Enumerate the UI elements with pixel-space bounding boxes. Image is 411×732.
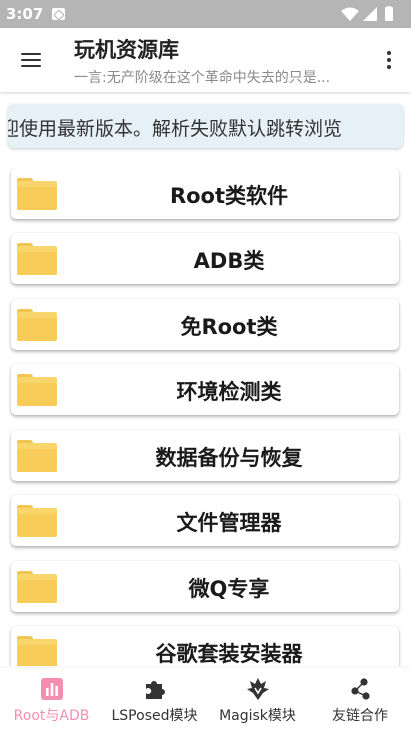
list-item-label: 免Root类 (180, 315, 278, 339)
wifi-icon (341, 7, 359, 21)
folder-icon (17, 635, 57, 666)
battery-icon (385, 7, 393, 21)
status-icons (341, 6, 393, 21)
list-item-label: 谷歌套装安装器 (155, 642, 303, 666)
notification-icon (52, 8, 65, 20)
list-item-google-installer[interactable]: 谷歌套装安装器 (11, 626, 399, 666)
page-title: 玩机资源库 (74, 38, 179, 62)
list-item-label: ADB类 (193, 249, 265, 273)
nav-tab-magisk[interactable]: Magisk模块 (206, 668, 309, 732)
list-item-backup-restore[interactable]: 数据备份与恢复 (11, 430, 399, 481)
share-nodes-icon (351, 678, 370, 700)
folder-icon (17, 504, 57, 538)
nav-label: LSPosed模块 (111, 708, 198, 724)
list-item-label: 环境检测类 (176, 380, 282, 404)
announcement-text: 迎使用最新版本。解析失败默认跳转浏览 (8, 118, 343, 140)
menu-icon (21, 53, 41, 56)
nav-label: Root与ADB (13, 708, 90, 724)
status-bar: 3:07 (0, 0, 411, 28)
nav-tab-root-adb[interactable]: Root与ADB (0, 668, 103, 732)
list-item-no-root[interactable]: 免Root类 (11, 299, 399, 350)
list-item-label: 文件管理器 (176, 511, 282, 535)
folder-icon (17, 177, 57, 211)
app-root: 3:07 玩机资源库 一言:无产阶级在这个革命中失去的只是... 迎使用最新版本… (0, 0, 411, 732)
folder-icon (17, 242, 57, 276)
nav-label: Magisk模块 (219, 708, 296, 724)
list-item-label: 微Q专享 (188, 577, 270, 601)
app-bar: 玩机资源库 一言:无产阶级在这个革命中失去的只是... (0, 28, 411, 92)
list-item-label: 数据备份与恢复 (155, 446, 303, 470)
category-list[interactable]: Root类软件 ADB类 免Root类 环境检测类 数据备份与恢复 文件管理器 … (0, 168, 411, 666)
list-item-adb[interactable]: ADB类 (11, 233, 399, 284)
magisk-icon (246, 678, 269, 700)
folder-icon (17, 570, 57, 604)
bar-chart-icon (40, 678, 63, 700)
folder-icon (17, 373, 57, 407)
bottom-nav: Root与ADB LSPosed模块 Magisk模块 友链合作 (0, 668, 411, 732)
announcement-banner[interactable]: 迎使用最新版本。解析失败默认跳转浏览 (8, 104, 403, 148)
list-item-wechat-qq[interactable]: 微Q专享 (11, 561, 399, 612)
folder-icon (17, 308, 57, 342)
list-item-root-apps[interactable]: Root类软件 (11, 168, 399, 219)
nav-label: 友链合作 (332, 708, 388, 724)
more-vert-icon (387, 51, 391, 55)
nav-tab-friend-links[interactable]: 友链合作 (309, 668, 411, 732)
nav-tab-lsposed[interactable]: LSPosed模块 (103, 668, 206, 732)
list-item-file-manager[interactable]: 文件管理器 (11, 495, 399, 546)
more-options-button[interactable] (383, 48, 395, 72)
puzzle-icon (145, 681, 165, 699)
page-subtitle: 一言:无产阶级在这个革命中失去的只是... (74, 70, 331, 86)
folder-icon (17, 439, 57, 473)
signal-icon (363, 7, 377, 21)
list-item-label: Root类软件 (169, 184, 289, 208)
menu-button[interactable] (18, 48, 46, 72)
list-item-env-check[interactable]: 环境检测类 (11, 364, 399, 415)
status-time: 3:07 (6, 5, 44, 23)
